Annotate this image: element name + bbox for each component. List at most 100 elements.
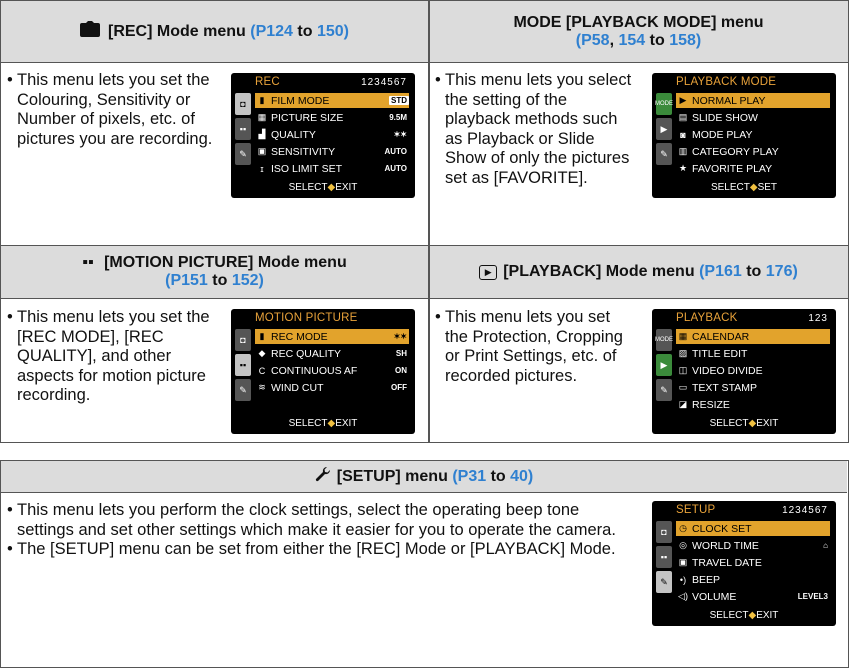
setup-menu-screen: SETUP 1234567 ◘ ▪▪ ✎ ◷ CLOCK SET ◎ WORLD… [652, 501, 836, 626]
clock-icon: ◷ [679, 523, 687, 533]
camera-tab-icon[interactable]: ◘ [656, 521, 672, 543]
pbm-item-mode-play[interactable]: ◙ MODE PLAY [676, 127, 830, 142]
playback-menu-screen: PLAYBACK 123 MODE ▶ ✎ ▦ CALENDAR ▨ TITLE… [652, 309, 836, 434]
motion-menu-ref-end[interactable]: 152) [232, 272, 264, 289]
volume-icon: ◁) [678, 591, 688, 601]
setup-menu-ref-start[interactable]: (P31 [452, 468, 486, 486]
rec-menu-title: [REC] Mode menu [108, 22, 246, 40]
iso-icon: ▣ [257, 146, 267, 156]
playback-screen-pages: 123 [808, 313, 828, 324]
playback-mode-ref-154[interactable]: 154 [618, 32, 645, 49]
pbm-item-slide-show[interactable]: ▤ SLIDE SHOW [676, 110, 830, 125]
rec-menu-header: [REC] Mode menu (P124 to 150) [1, 1, 428, 63]
motion-screen-footer: SELECT◆EXIT [288, 418, 358, 429]
playback-menu-ref-start[interactable]: (P161 [699, 263, 742, 281]
rec-screen-footer: SELECT◆EXIT [288, 182, 358, 193]
playback-mode-description: • This menu lets you select the setting o… [435, 71, 632, 187]
wrench-tab-icon[interactable]: ✎ [656, 571, 672, 593]
wrench-tab-icon[interactable]: ✎ [235, 379, 251, 401]
rec-quality-icon: ◆ [258, 348, 266, 358]
play-tab-icon[interactable]: ▶ [656, 118, 672, 140]
mode-play-icon: ◙ [680, 129, 686, 140]
rec-item-picture-size[interactable]: ▦ PICTURE SIZE 9.5M [255, 110, 409, 125]
motion-tab-icon[interactable]: ▪▪ [235, 354, 251, 376]
pb-item-text-stamp[interactable]: ▭ TEXT STAMP [676, 380, 830, 395]
rec-item-sensitivity[interactable]: ▣ SENSITIVITY AUTO [255, 144, 409, 159]
rec-mode-icon: ▮ [259, 331, 265, 341]
iso-limit-icon: ɪ [260, 163, 264, 174]
setup-bullet: • This menu lets you perform the clock se… [7, 501, 616, 539]
rec-menu-ref-start[interactable]: (P124 [250, 23, 293, 41]
rec-menu-screen: REC 1234567 ◘ ▪▪ ✎ ▮ FILM MODE STD ▦ PIC… [231, 73, 415, 198]
setup-item-volume[interactable]: ◁) VOLUME LEVEL3 [676, 589, 830, 604]
playback-mode-screen: PLAYBACK MODE MODE ▶ ✎ ▶ NORMAL PLAY ▤ S… [652, 73, 836, 198]
playback-mode-ref-158[interactable]: 158) [669, 32, 701, 49]
category-icon: ▥ [678, 146, 688, 156]
motion-menu-ref-start[interactable]: (P151 [165, 272, 208, 289]
mode-tab[interactable]: MODE [655, 329, 673, 351]
rec-menu-description: • This menu lets you set the Colouring, S… [7, 71, 213, 148]
setup-item-world-time[interactable]: ◎ WORLD TIME ⌂ [676, 538, 830, 553]
motion-item-wind-cut[interactable]: ≋ WIND CUT OFF [255, 380, 409, 395]
title-edit-icon: ▨ [678, 348, 688, 358]
play-tab-icon[interactable]: ▶ [656, 354, 672, 376]
setup-menu-title: [SETUP] menu [336, 467, 448, 485]
quality-icon: ▟ [258, 129, 266, 139]
mode-tab[interactable]: MODE [655, 93, 673, 115]
rec-item-quality[interactable]: ▟ QUALITY ✶✶ [255, 127, 409, 142]
wrench-tab-icon[interactable]: ✎ [656, 379, 672, 401]
motion-menu-description: • This menu lets you set the [REC MODE], … [7, 308, 210, 404]
motion-menu-ref-to: to [212, 272, 228, 289]
rec-menu-ref-to: to [297, 22, 313, 40]
motion-item-rec-quality[interactable]: ◆ REC QUALITY SH [255, 346, 409, 361]
camera-tab-icon[interactable]: ◘ [235, 93, 251, 115]
playback-menu-header: ▶ [PLAYBACK] Mode menu (P161 to 176) [429, 246, 848, 299]
playback-mode-ref-p58[interactable]: (P58 [576, 32, 610, 49]
pb-item-title-edit[interactable]: ▨ TITLE EDIT [676, 346, 830, 361]
text-stamp-icon: ▭ [678, 382, 688, 392]
resize-icon: ◪ [678, 399, 688, 409]
playback-icon: ▶ [479, 264, 498, 280]
camera-tab-icon[interactable]: ◘ [235, 329, 251, 351]
setup-item-clock-set[interactable]: ◷ CLOCK SET [676, 521, 830, 536]
slideshow-icon: ▤ [678, 112, 688, 122]
setup-screen-footer: SELECT◆EXIT [709, 610, 779, 621]
wrench-tab-icon[interactable]: ✎ [656, 143, 672, 165]
rec-item-film-mode[interactable]: ▮ FILM MODE STD [255, 93, 409, 108]
rec-item-iso-limit[interactable]: ɪ ISO LIMIT SET AUTO [255, 161, 409, 176]
motion-tab-icon[interactable]: ▪▪ [235, 118, 251, 140]
pbm-item-category-play[interactable]: ▥ CATEGORY PLAY [676, 144, 830, 159]
motion-menu-header: ▪▪ [MOTION PICTURE] Mode menu (P151 to 1… [1, 246, 428, 299]
wind-icon: ≋ [258, 382, 266, 392]
pb-item-resize[interactable]: ◪ RESIZE [676, 397, 830, 412]
motion-item-continuous-af[interactable]: C CONTINUOUS AF ON [255, 363, 409, 378]
travel-date-icon: ▣ [678, 557, 688, 567]
playback-mode-menu-header: MODE [PLAYBACK MODE] menu (P58, 154 to 1… [429, 1, 848, 63]
pb-item-calendar[interactable]: ▦ CALENDAR [676, 329, 830, 344]
motion-tab-icon[interactable]: ▪▪ [656, 546, 672, 568]
playback-menu-ref-end[interactable]: 176) [766, 263, 798, 281]
world-time-icon: ◎ [679, 540, 687, 550]
pbm-item-favorite-play[interactable]: ★ FAVORITE PLAY [676, 161, 830, 176]
play-icon: ▶ [679, 95, 687, 105]
camera-icon [80, 21, 100, 42]
wrench-icon [315, 466, 331, 487]
motion-picture-icon: ▪▪ [82, 254, 94, 271]
motion-item-rec-mode[interactable]: ▮ REC MODE ✶✶ [255, 329, 409, 344]
picture-size-icon: ▦ [257, 112, 267, 122]
setup-menu-description: • This menu lets you perform the clock se… [7, 501, 617, 560]
film-icon: ▮ [259, 95, 265, 105]
pbm-item-normal-play[interactable]: ▶ NORMAL PLAY [676, 93, 830, 108]
playback-menu-description: • This menu lets you set the Protection, … [435, 308, 623, 385]
wrench-tab-icon[interactable]: ✎ [235, 143, 251, 165]
setup-item-beep[interactable]: •) BEEP [676, 572, 830, 587]
playback-menu-title: [PLAYBACK] Mode menu [503, 263, 695, 280]
menu-grid: [REC] Mode menu (P124 to 150) MODE [PLAY… [0, 0, 849, 443]
rec-screen-title: REC [255, 76, 280, 88]
rec-menu-ref-end[interactable]: 150) [317, 23, 349, 41]
setup-item-travel-date[interactable]: ▣ TRAVEL DATE [676, 555, 830, 570]
playback-mode-ref-to: to [649, 31, 665, 49]
setup-menu-ref-end[interactable]: 40) [510, 468, 533, 486]
pb-item-video-divide[interactable]: ◫ VIDEO DIVIDE [676, 363, 830, 378]
motion-screen-title: MOTION PICTURE [255, 312, 358, 324]
